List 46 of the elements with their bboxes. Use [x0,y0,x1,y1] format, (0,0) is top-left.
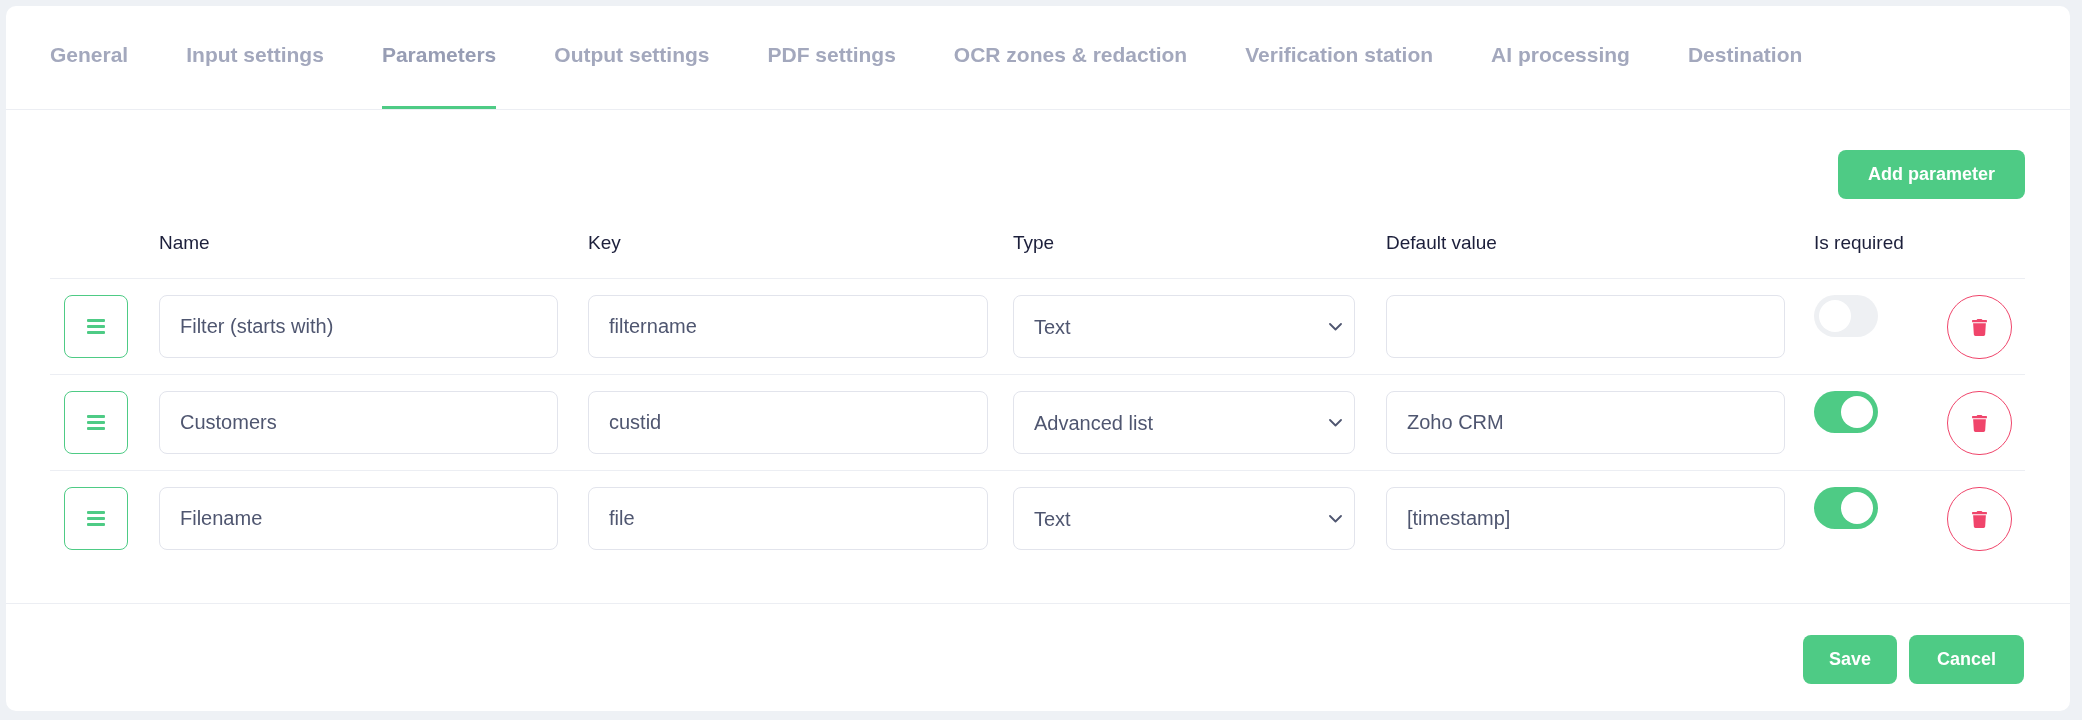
tab[interactable]: AI processing [1491,6,1630,109]
text-field[interactable]: Customers [159,391,558,454]
tab[interactable]: General [50,6,129,109]
text-field[interactable]: Filter (starts with) [159,295,558,358]
chevron-down-icon [1329,514,1342,523]
column-header: Type [1013,231,1056,255]
tab[interactable]: OCR zones & redaction [953,6,1188,109]
menu-icon [87,415,105,430]
text-field[interactable]: Zoho CRM [1386,391,1785,454]
dropdown-value: Text [1034,506,1071,532]
menu-icon [87,511,105,526]
text-field[interactable]: filtername [588,295,988,358]
add-parameter-button[interactable]: Add parameter [1837,150,2025,199]
type-dropdown[interactable]: Text [1013,295,1355,358]
type-dropdown[interactable]: Advanced list [1013,391,1355,454]
menu-icon [87,319,105,334]
column-header: Name [159,231,211,255]
save-button[interactable]: Save [1803,635,1897,684]
tab[interactable]: Verification station [1245,6,1434,109]
tab[interactable]: Output settings [554,6,710,109]
trash-icon [1971,510,1988,528]
tab[interactable]: Input settings [186,6,324,109]
column-header: Is required [1814,231,1905,255]
type-dropdown[interactable]: Text [1013,487,1355,550]
column-header: Key [588,231,622,255]
required-toggle[interactable] [1814,487,1878,529]
column-header: Default value [1386,231,1498,255]
text-field[interactable]: custid [588,391,988,454]
required-toggle[interactable] [1814,391,1878,433]
text-field[interactable]: [timestamp] [1386,487,1785,550]
tab[interactable]: PDF settings [767,6,896,109]
reorder-button[interactable] [64,487,128,550]
trash-icon [1971,318,1988,336]
text-field[interactable]: Filename [159,487,558,550]
reorder-button[interactable] [64,391,128,454]
dropdown-value: Text [1034,314,1071,340]
text-field[interactable]: file [588,487,988,550]
chevron-down-icon [1329,322,1342,331]
chevron-down-icon [1329,418,1342,427]
trash-icon [1971,414,1988,432]
cancel-button[interactable]: Cancel [1909,635,2024,684]
reorder-button[interactable] [64,295,128,358]
dropdown-value: Advanced list [1034,410,1153,436]
text-field[interactable] [1386,295,1785,358]
tab[interactable]: Parameters [381,6,497,109]
tab[interactable]: Destination [1687,6,1803,109]
